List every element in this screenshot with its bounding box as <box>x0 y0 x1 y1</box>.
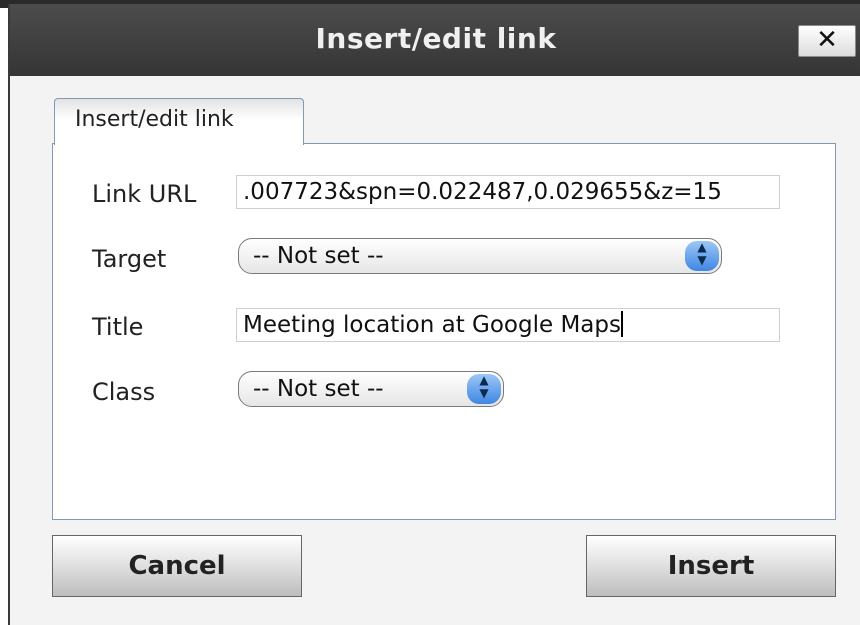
cancel-button[interactable]: Cancel <box>52 535 302 597</box>
class-label: Class <box>92 378 156 406</box>
insert-edit-link-dialog: Insert/edit link ✕ Insert/edit link Link… <box>8 4 860 625</box>
target-label: Target <box>92 245 167 273</box>
target-select[interactable]: -- Not set -- ▲ ▼ <box>238 238 722 274</box>
title-input[interactable]: Meeting location at Google Maps <box>236 308 780 342</box>
target-selected-value: -- Not set -- <box>253 243 384 269</box>
tab-label: Insert/edit link <box>75 107 234 132</box>
close-icon: ✕ <box>816 25 838 55</box>
up-down-stepper-icon: ▲ ▼ <box>467 374 501 404</box>
link-url-label: Link URL <box>92 180 197 208</box>
tab-insert-edit-link[interactable]: Insert/edit link <box>54 98 304 145</box>
class-selected-value: -- Not set -- <box>253 376 384 402</box>
link-url-value: .007723&spn=0.022487,0.029655&z=15 <box>243 179 722 205</box>
text-caret <box>620 311 623 337</box>
title-value: Meeting location at Google Maps <box>243 312 621 338</box>
dialog-titlebar[interactable]: Insert/edit link ✕ <box>10 4 860 76</box>
class-select[interactable]: -- Not set -- ▲ ▼ <box>238 371 504 407</box>
up-down-stepper-icon: ▲ ▼ <box>685 241 719 271</box>
close-button[interactable]: ✕ <box>798 25 856 57</box>
dialog-title: Insert/edit link <box>315 22 557 55</box>
title-label: Title <box>92 313 144 341</box>
link-url-input[interactable]: .007723&spn=0.022487,0.029655&z=15 <box>236 175 780 209</box>
insert-button[interactable]: Insert <box>586 535 836 597</box>
